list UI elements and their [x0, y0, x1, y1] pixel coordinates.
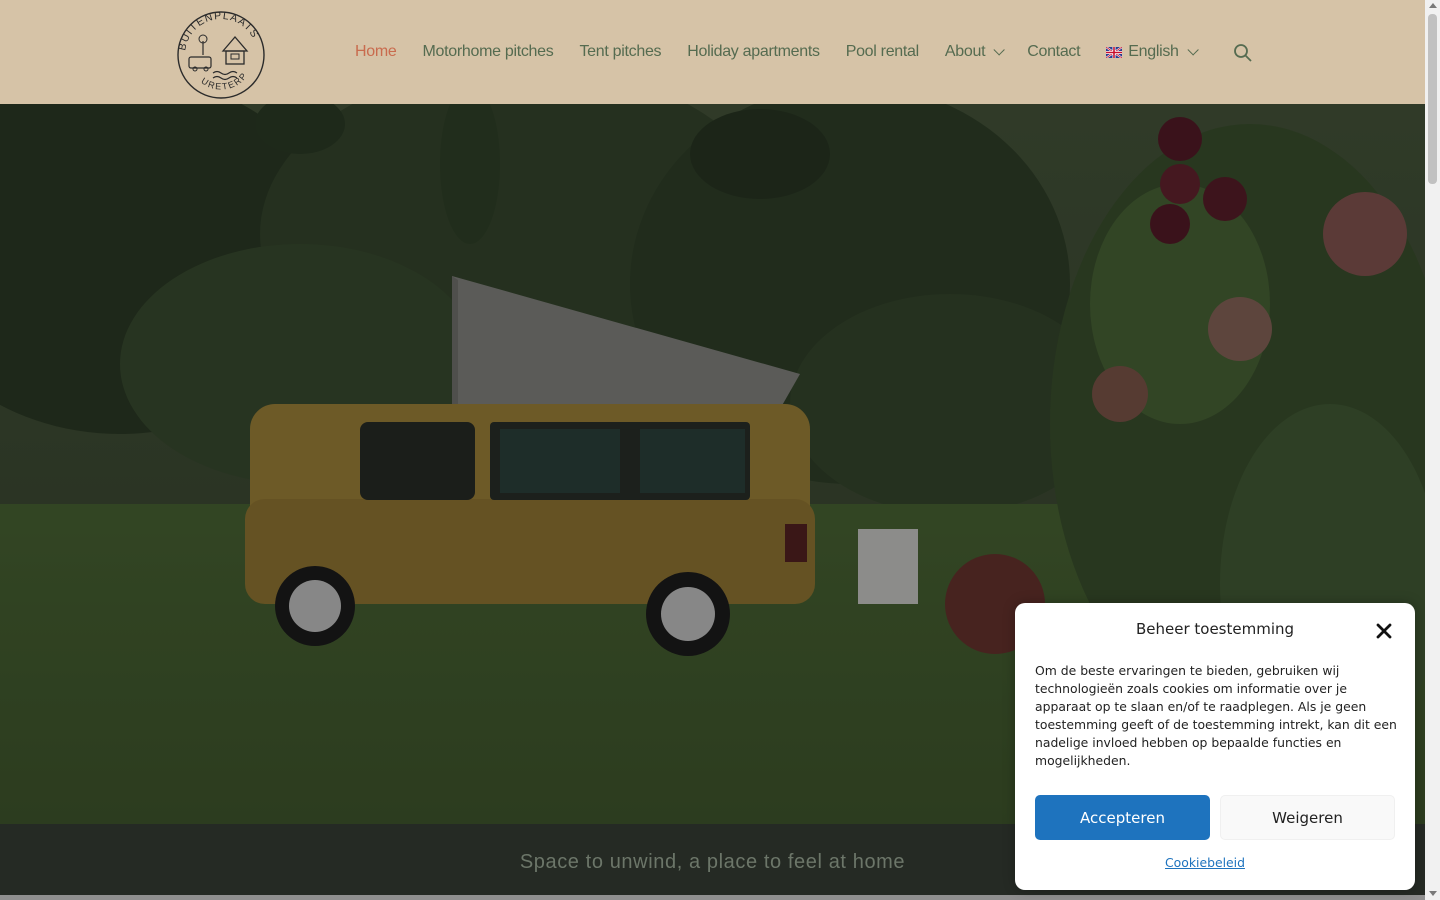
- scroll-up-arrow-icon[interactable]: [1429, 3, 1437, 8]
- search-icon[interactable]: [1233, 43, 1253, 63]
- scroll-thumb[interactable]: [1428, 14, 1437, 184]
- nav-item-about[interactable]: About: [944, 40, 1006, 64]
- site-logo[interactable]: BUITENPLAATS URETERP: [175, 3, 267, 101]
- scroll-down-arrow-icon[interactable]: [1429, 891, 1437, 896]
- nav-label: Pool rental: [845, 43, 920, 60]
- nav-item-pool-rental[interactable]: Pool rental: [845, 40, 920, 64]
- nav-item-home[interactable]: Home: [355, 40, 397, 64]
- nav-label: Tent pitches: [579, 43, 662, 60]
- cookie-message: Om de beste ervaringen te bieden, gebrui…: [1035, 663, 1397, 768]
- nav-label: Holiday apartments: [687, 43, 820, 60]
- nav-label: About: [944, 43, 986, 60]
- band-divider: [0, 895, 1425, 900]
- nav-label: Motorhome pitches: [422, 43, 554, 60]
- deny-button[interactable]: Weigeren: [1220, 795, 1395, 840]
- main-nav: Home Motorhome pitches Tent pitches Holiday…: [355, 40, 1221, 64]
- cookie-policy-link[interactable]: Cookiebeleid: [1015, 855, 1395, 870]
- accept-button[interactable]: Accepteren: [1035, 795, 1210, 840]
- site-header: BUITENPLAATS URETERP Home Motorhome pitc…: [0, 0, 1425, 104]
- svg-text:BUITENPLAATS: BUITENPLAATS: [176, 10, 261, 52]
- nav-item-tent-pitches[interactable]: Tent pitches: [579, 40, 661, 64]
- svg-text:URETERP: URETERP: [199, 70, 249, 92]
- cookie-title: Beheer toestemming: [1135, 620, 1295, 638]
- nav-label: English: [1128, 43, 1179, 60]
- logo-text-top: BUITENPLAATS: [176, 10, 260, 52]
- close-icon[interactable]: [1375, 622, 1393, 640]
- uk-flag-icon: [1106, 46, 1123, 58]
- nav-label: Contact: [1027, 43, 1081, 60]
- nav-item-english[interactable]: English: [1106, 40, 1199, 64]
- page-scrollbar[interactable]: [1425, 0, 1440, 900]
- chevron-down-icon: [1187, 44, 1199, 56]
- nav-label: Home: [355, 43, 397, 60]
- nav-item-holiday-apartments[interactable]: Holiday apartments: [687, 40, 820, 64]
- chevron-down-icon: [993, 44, 1006, 56]
- cookie-consent-dialog: Beheer toestemming Om de beste ervaringe…: [1015, 603, 1415, 890]
- logo-text-bottom: URETERP: [199, 70, 248, 92]
- nav-item-motorhome-pitches[interactable]: Motorhome pitches: [422, 40, 553, 64]
- nav-item-contact[interactable]: Contact: [1027, 40, 1080, 64]
